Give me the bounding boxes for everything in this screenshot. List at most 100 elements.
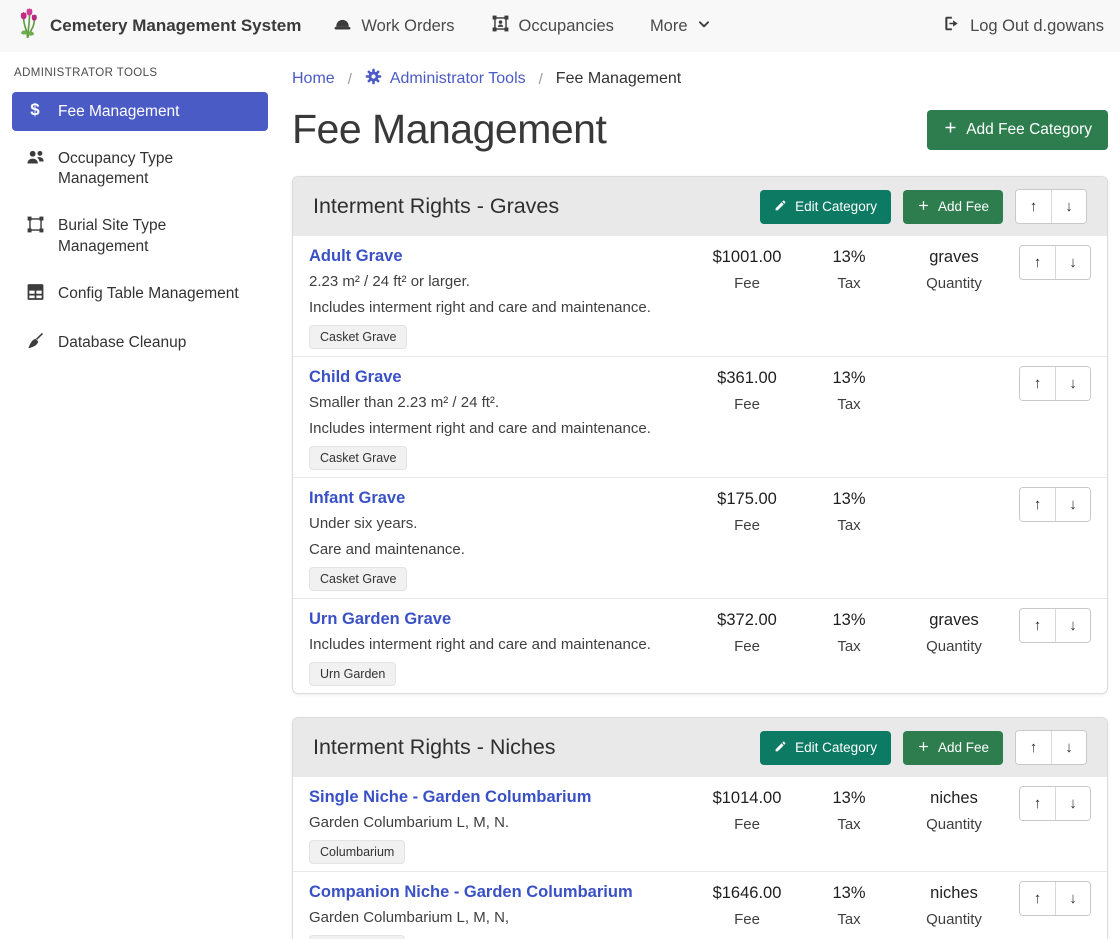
fee-description: Includes interment right and care and ma… [309, 297, 691, 318]
fee-tax-value: 13% [803, 884, 895, 903]
sidebar: ADMINISTRATOR TOOLS $ Fee Management Occ… [0, 52, 280, 939]
fee-badge: Casket Grave [309, 446, 407, 470]
fee-description: Includes interment right and care and ma… [309, 418, 691, 439]
add-fee-category-button[interactable]: Add Fee Category [927, 110, 1108, 150]
fee-name-link[interactable]: Child Grave [309, 368, 402, 387]
move-fee-down-button[interactable]: ↓ [1055, 367, 1090, 400]
sidebar-item-config-table-management[interactable]: Config Table Management [12, 274, 268, 315]
pencil-icon [774, 199, 787, 215]
breadcrumb-current: Fee Management [556, 70, 681, 88]
move-category-up-button[interactable]: ↑ [1016, 190, 1051, 223]
users-icon [24, 148, 46, 171]
fee-amount-value: $1646.00 [691, 884, 803, 903]
down-arrow-icon: ↓ [1069, 795, 1077, 812]
fee-row: Child Grave Smaller than 2.23 m² / 24 ft… [293, 356, 1107, 477]
fee-tax-value: 13% [803, 248, 895, 267]
fee-amount-label: Fee [691, 396, 803, 413]
fee-tax-column: 13% Tax [803, 881, 895, 928]
add-fee-button[interactable]: Add Fee [903, 190, 1003, 224]
move-fee-down-button[interactable]: ↓ [1055, 246, 1090, 279]
fee-tax-label: Tax [803, 517, 895, 534]
fee-name-link[interactable]: Single Niche - Garden Columbarium [309, 788, 591, 807]
nav-more[interactable]: More [650, 17, 711, 36]
fee-name-link[interactable]: Infant Grave [309, 489, 405, 508]
fee-amount-value: $175.00 [691, 490, 803, 509]
down-arrow-icon: ↓ [1065, 739, 1073, 756]
fee-reorder-group: ↑ ↓ [1019, 608, 1091, 643]
dollar-icon: $ [24, 101, 46, 118]
page-title: Fee Management [292, 106, 606, 153]
add-fee-button[interactable]: Add Fee [903, 731, 1003, 765]
fee-quantity-label: Quantity [895, 275, 1013, 292]
move-category-down-button[interactable]: ↓ [1051, 731, 1086, 764]
breadcrumb-admin-tools-link[interactable]: Administrator Tools [365, 68, 526, 90]
move-fee-down-button[interactable]: ↓ [1055, 609, 1090, 642]
category-list: Interment Rights - Graves Edit Category … [292, 176, 1108, 939]
fee-badge: Columbarium [309, 935, 405, 939]
move-fee-down-button[interactable]: ↓ [1055, 787, 1090, 820]
move-category-down-button[interactable]: ↓ [1051, 190, 1086, 223]
plus-icon [943, 120, 958, 140]
fee-tax-column: 13% Tax [803, 487, 895, 534]
fee-amount-value: $361.00 [691, 369, 803, 388]
nav-occupancies[interactable]: Occupancies [491, 14, 614, 38]
fee-badge: Columbarium [309, 840, 405, 864]
fee-quantity-value: graves [895, 248, 1013, 267]
fee-name-link[interactable]: Companion Niche - Garden Columbarium [309, 883, 633, 902]
occupancy-frame-icon [491, 14, 510, 38]
chevron-down-icon [697, 17, 711, 36]
tulip-logo-icon [16, 7, 41, 45]
sidebar-item-fee-management[interactable]: $ Fee Management [12, 92, 268, 131]
up-arrow-icon: ↑ [1034, 890, 1042, 907]
brand[interactable]: Cemetery Management System [16, 7, 301, 45]
fee-quantity-column: niches Quantity [895, 786, 1013, 833]
fee-amount-value: $372.00 [691, 611, 803, 630]
hard-hat-icon [333, 14, 352, 38]
breadcrumb: Home / Administrator To [292, 68, 1108, 90]
main-content: Home / Administrator To [280, 52, 1120, 939]
sidebar-item-occupancy-type-management[interactable]: Occupancy Type Management [12, 139, 268, 198]
fee-reorder-group: ↑ ↓ [1019, 881, 1091, 916]
sidebar-item-burial-site-type-management[interactable]: Burial Site Type Management [12, 206, 268, 265]
move-fee-up-button[interactable]: ↑ [1020, 367, 1055, 400]
fee-description: Under six years. [309, 513, 691, 534]
category-header: Interment Rights - Graves Edit Category … [293, 177, 1107, 236]
nav-work-orders[interactable]: Work Orders [333, 14, 454, 38]
edit-category-button[interactable]: Edit Category [760, 731, 891, 765]
move-fee-up-button[interactable]: ↑ [1020, 609, 1055, 642]
fee-amount-value: $1001.00 [691, 248, 803, 267]
sidebar-heading: ADMINISTRATOR TOOLS [0, 67, 280, 79]
move-fee-down-button[interactable]: ↓ [1055, 882, 1090, 915]
fee-row: Adult Grave 2.23 m² / 24 ft² or larger.I… [293, 236, 1107, 356]
fee-amount-label: Fee [691, 816, 803, 833]
up-arrow-icon: ↑ [1030, 198, 1038, 215]
fee-tax-label: Tax [803, 911, 895, 928]
fee-quantity-column [895, 366, 1013, 377]
move-fee-up-button[interactable]: ↑ [1020, 246, 1055, 279]
fee-name-link[interactable]: Adult Grave [309, 247, 403, 266]
move-fee-up-button[interactable]: ↑ [1020, 882, 1055, 915]
up-arrow-icon: ↑ [1034, 496, 1042, 513]
fee-amount-label: Fee [691, 517, 803, 534]
category-header: Interment Rights - Niches Edit Category … [293, 718, 1107, 777]
fee-row: Single Niche - Garden Columbarium Garden… [293, 777, 1107, 871]
fee-name-link[interactable]: Urn Garden Grave [309, 610, 451, 629]
fee-badge: Casket Grave [309, 325, 407, 349]
fee-tax-label: Tax [803, 638, 895, 655]
fee-tax-value: 13% [803, 611, 895, 630]
edit-category-button[interactable]: Edit Category [760, 190, 891, 224]
fee-quantity-value: niches [895, 789, 1013, 808]
move-fee-up-button[interactable]: ↑ [1020, 488, 1055, 521]
fee-tax-label: Tax [803, 396, 895, 413]
fee-reorder-group: ↑ ↓ [1019, 245, 1091, 280]
logout-button[interactable]: Log Out d.gowans [942, 14, 1104, 38]
sidebar-item-database-cleanup[interactable]: Database Cleanup [12, 323, 268, 365]
breadcrumb-home-link[interactable]: Home [292, 70, 335, 88]
move-category-up-button[interactable]: ↑ [1016, 731, 1051, 764]
plus-icon [917, 740, 930, 756]
move-fee-up-button[interactable]: ↑ [1020, 787, 1055, 820]
navbar: Cemetery Management System Work Orders [0, 0, 1120, 52]
down-arrow-icon: ↓ [1069, 254, 1077, 271]
category-reorder-group: ↑ ↓ [1015, 189, 1087, 224]
move-fee-down-button[interactable]: ↓ [1055, 488, 1090, 521]
